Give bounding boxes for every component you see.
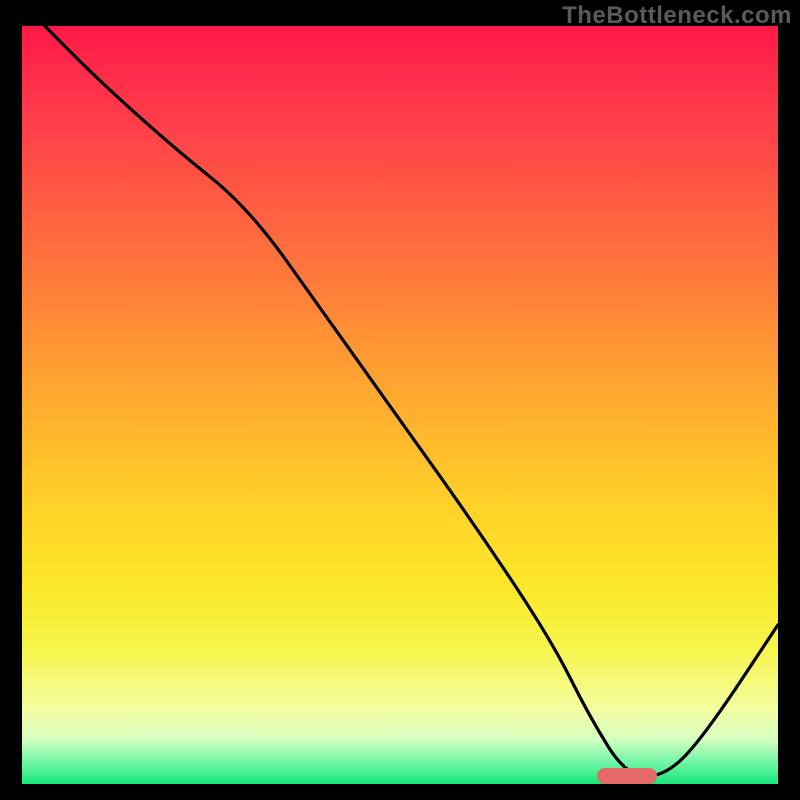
watermark-text: TheBottleneck.com [562, 2, 792, 30]
optimal-marker [597, 768, 657, 784]
curve-path [45, 26, 778, 776]
bottleneck-curve [22, 26, 778, 784]
plot-area [22, 26, 778, 784]
chart-frame: TheBottleneck.com [0, 0, 800, 800]
